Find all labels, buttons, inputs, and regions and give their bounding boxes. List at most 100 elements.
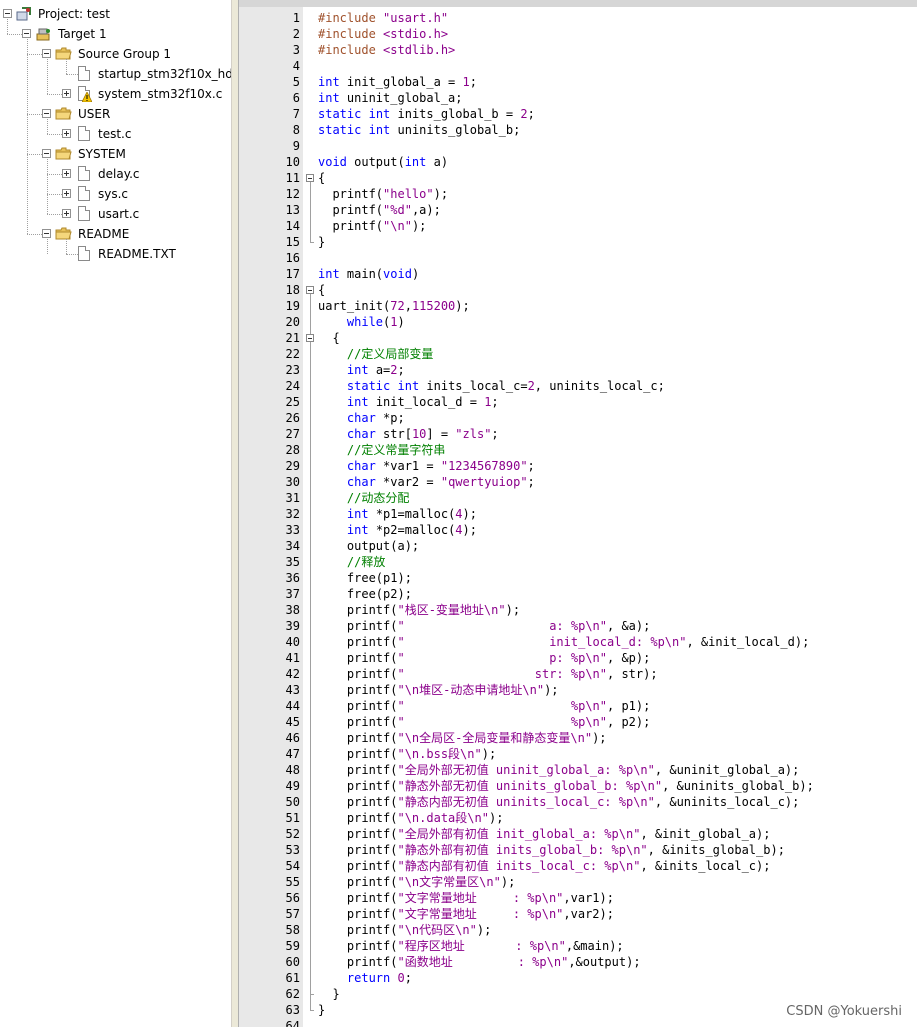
code-line[interactable]: 13 printf("%d",a); <box>239 202 917 218</box>
code-line[interactable]: 38 printf("栈区-变量地址\n"); <box>239 602 917 618</box>
code-line[interactable]: 62 } <box>239 986 917 1002</box>
code-line[interactable]: 61 return 0; <box>239 970 917 986</box>
code-line[interactable]: 29 char *var1 = "1234567890"; <box>239 458 917 474</box>
code-line[interactable]: 12 printf("hello"); <box>239 186 917 202</box>
group-label[interactable]: USER <box>78 106 110 122</box>
fold-toggle[interactable] <box>306 286 314 294</box>
file-label[interactable]: system_stm32f10x.c <box>98 86 222 102</box>
group-label[interactable]: SYSTEM <box>78 146 126 162</box>
code-line[interactable]: 24 static int inits_local_c=2, uninits_l… <box>239 378 917 394</box>
code-line[interactable]: 44 printf(" %p\n", p1); <box>239 698 917 714</box>
file-label[interactable]: usart.c <box>98 206 139 222</box>
code-line[interactable]: 56 printf("文字常量地址 : %p\n",var1); <box>239 890 917 906</box>
code-line[interactable]: 48 printf("全局外部无初值 uninit_global_a: %p\n… <box>239 762 917 778</box>
code-line[interactable]: 42 printf(" str: %p\n", str); <box>239 666 917 682</box>
code-line[interactable]: 2 #include <stdio.h> <box>239 26 917 42</box>
editor-tab-bar[interactable] <box>239 0 917 7</box>
tree-line <box>27 154 42 155</box>
file-label[interactable]: startup_stm32f10x_hd.s <box>98 66 243 82</box>
code-line[interactable]: 15} <box>239 234 917 250</box>
expand-file-toggle[interactable] <box>62 209 71 218</box>
code-token: printf( <box>318 219 384 233</box>
collapse-target-toggle[interactable] <box>22 29 31 38</box>
code-line[interactable]: 37 free(p2); <box>239 586 917 602</box>
code-line[interactable]: 3 #include <stdlib.h> <box>239 42 917 58</box>
code-line[interactable]: 47 printf("\n.bss段\n"); <box>239 746 917 762</box>
code-line[interactable]: 30 char *var2 = "qwertyuiop"; <box>239 474 917 490</box>
code-line[interactable]: 6 int uninit_global_a; <box>239 90 917 106</box>
code-line[interactable]: 10 void output(int a) <box>239 154 917 170</box>
code-line[interactable]: 46 printf("\n全局区-全局变量和静态变量\n"); <box>239 730 917 746</box>
collapse-project-toggle[interactable] <box>3 9 12 18</box>
code-line[interactable]: 11 { <box>239 170 917 186</box>
target-label[interactable]: Target 1 <box>58 26 107 42</box>
fold-toggle[interactable] <box>306 174 314 182</box>
code-line[interactable]: 59 printf("程序区地址 : %p\n",&main); <box>239 938 917 954</box>
code-line[interactable]: 40 printf(" init_local_d: %p\n", &init_l… <box>239 634 917 650</box>
code-line[interactable]: 36 free(p1); <box>239 570 917 586</box>
panel-splitter[interactable] <box>231 0 239 1027</box>
code-line[interactable]: 18 { <box>239 282 917 298</box>
file-label[interactable]: test.c <box>98 126 131 142</box>
code-line[interactable]: 64 <box>239 1018 917 1027</box>
code-line[interactable]: 8 static int uninits_global_b; <box>239 122 917 138</box>
group-label[interactable]: Source Group 1 <box>78 46 171 62</box>
code-line[interactable]: 9 <box>239 138 917 154</box>
code-line[interactable]: 26 char *p; <box>239 410 917 426</box>
code-line[interactable]: 7 static int inits_global_b = 2; <box>239 106 917 122</box>
code-line[interactable]: 50 printf("静态内部无初值 uninits_local_c: %p\n… <box>239 794 917 810</box>
code-line[interactable]: 33 int *p2=malloc(4); <box>239 522 917 538</box>
collapse-group-toggle[interactable] <box>42 49 51 58</box>
code-line[interactable]: 20 while(1) <box>239 314 917 330</box>
collapse-group-toggle[interactable] <box>42 149 51 158</box>
expand-file-toggle[interactable] <box>62 89 71 98</box>
code-line[interactable]: 14 printf("\n"); <box>239 218 917 234</box>
code-token: ) <box>397 315 405 329</box>
fold-line <box>310 342 311 994</box>
line-number: 25 <box>285 395 300 409</box>
code-line[interactable]: 4 <box>239 58 917 74</box>
expand-file-toggle[interactable] <box>62 189 71 198</box>
code-line[interactable]: 28 //定义常量字符串 <box>239 442 917 458</box>
code-line[interactable]: 27 char str[10] = "zls"; <box>239 426 917 442</box>
code-line[interactable]: 16 <box>239 250 917 266</box>
project-root-label[interactable]: Project: test <box>38 6 110 22</box>
code-text: static int inits_local_c=2, uninits_loca… <box>318 378 665 394</box>
code-line[interactable]: 53 printf("静态外部有初值 inits_global_b: %p\n"… <box>239 842 917 858</box>
code-line[interactable]: 22 //定义局部变量 <box>239 346 917 362</box>
code-line[interactable]: 32 int *p1=malloc(4); <box>239 506 917 522</box>
collapse-group-toggle[interactable] <box>42 109 51 118</box>
code-line[interactable]: 55 printf("\n文字常量区\n"); <box>239 874 917 890</box>
code-line[interactable]: 43 printf("\n堆区-动态申请地址\n"); <box>239 682 917 698</box>
code-line[interactable]: 52 printf("全局外部有初值 init_global_a: %p\n",… <box>239 826 917 842</box>
code-line[interactable]: 57 printf("文字常量地址 : %p\n",var2); <box>239 906 917 922</box>
code-line[interactable]: 23 int a=2; <box>239 362 917 378</box>
code-line[interactable]: 35 //释放 <box>239 554 917 570</box>
file-label[interactable]: delay.c <box>98 166 140 182</box>
code-token: , str); <box>607 667 658 681</box>
code-line[interactable]: 54 printf("静态内部有初值 inits_local_c: %p\n",… <box>239 858 917 874</box>
code-line[interactable]: 19 uart_init(72,115200); <box>239 298 917 314</box>
collapse-group-toggle[interactable] <box>42 229 51 238</box>
code-line[interactable]: 21 { <box>239 330 917 346</box>
fold-toggle[interactable] <box>306 334 314 342</box>
code-line[interactable]: 58 printf("\n代码区\n"); <box>239 922 917 938</box>
code-line[interactable]: 31 //动态分配 <box>239 490 917 506</box>
code-line[interactable]: 49 printf("静态外部无初值 uninits_global_b: %p\… <box>239 778 917 794</box>
file-label[interactable]: README.TXT <box>98 246 176 262</box>
code-line[interactable]: 51 printf("\n.data段\n"); <box>239 810 917 826</box>
code-line[interactable]: 34 output(a); <box>239 538 917 554</box>
code-editor[interactable]: 1 #include "usart.h" 2 #include <stdio.h> 3 #… <box>239 0 917 1027</box>
file-label[interactable]: sys.c <box>98 186 128 202</box>
group-label[interactable]: README <box>78 226 129 242</box>
code-line[interactable]: 25 int init_local_d = 1; <box>239 394 917 410</box>
expand-file-toggle[interactable] <box>62 129 71 138</box>
code-line[interactable]: 39 printf(" a: %p\n", &a); <box>239 618 917 634</box>
code-line[interactable]: 45 printf(" %p\n", p2); <box>239 714 917 730</box>
expand-file-toggle[interactable] <box>62 169 71 178</box>
code-line[interactable]: 17 int main(void) <box>239 266 917 282</box>
code-line[interactable]: 60 printf("函数地址 : %p\n",&output); <box>239 954 917 970</box>
code-line[interactable]: 5 int init_global_a = 1; <box>239 74 917 90</box>
code-line[interactable]: 1 #include "usart.h" <box>239 10 917 26</box>
code-line[interactable]: 41 printf(" p: %p\n", &p); <box>239 650 917 666</box>
